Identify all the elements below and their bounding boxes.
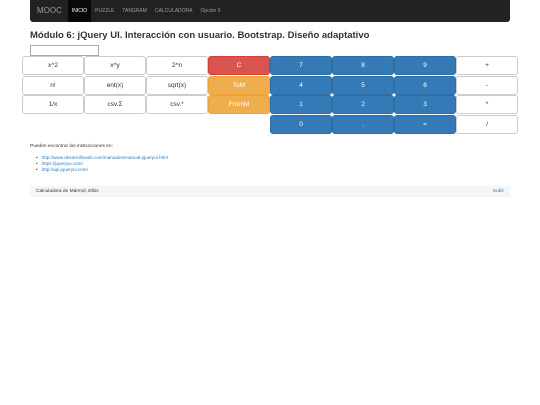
calculator-display[interactable] bbox=[30, 45, 99, 56]
instructions-link-list: http://www.desarrolloweb.com/manuales/ma… bbox=[36, 155, 168, 173]
calc-key[interactable]: n! bbox=[22, 75, 84, 95]
footer-credit: Calculadora de Mármol, Elbis bbox=[36, 189, 99, 194]
calc-key[interactable]: 8 bbox=[332, 56, 394, 75]
calc-key[interactable]: 4 bbox=[270, 75, 332, 95]
calc-key[interactable]: csv.* bbox=[146, 95, 208, 114]
calc-key[interactable]: 9 bbox=[394, 56, 456, 75]
calc-key[interactable]: 1 bbox=[270, 95, 332, 114]
calc-key[interactable]: 6 bbox=[394, 75, 456, 95]
calc-key[interactable]: / bbox=[456, 114, 518, 134]
calc-key[interactable]: = bbox=[394, 114, 456, 134]
calc-key[interactable]: 1/x bbox=[22, 95, 84, 114]
calc-key[interactable]: csv.Σ bbox=[84, 95, 146, 114]
calc-key[interactable]: * bbox=[456, 95, 518, 114]
footer: Calculadora de Mármol, Elbis Subir bbox=[30, 186, 510, 197]
calc-key[interactable]: C bbox=[208, 56, 270, 75]
calc-key[interactable]: 2 bbox=[332, 95, 394, 114]
nav-item-calculadora[interactable]: CALCULADORA bbox=[151, 0, 197, 22]
calc-key[interactable]: x^y bbox=[84, 56, 146, 75]
calc-key[interactable]: ent(x) bbox=[84, 75, 146, 95]
page-title: Módulo 6: jQuery UI. Interacción con usu… bbox=[30, 30, 370, 41]
instructions-link[interactable]: http://api.jqueryui.com/ bbox=[36, 167, 168, 173]
calc-key[interactable]: 7 bbox=[270, 56, 332, 75]
nav-item-opcion-5[interactable]: Opción 5 bbox=[197, 0, 225, 22]
nav-item-inicio[interactable]: INICIO bbox=[67, 0, 92, 22]
nav-item-tangram[interactable]: TANGRAM bbox=[118, 0, 151, 22]
calc-key[interactable]: - bbox=[456, 75, 518, 95]
calculator-keypad: x^2 x^y 2^n C 7 8 9 + n! ent(x) sqrt(x) ToM 4 5 6-1/x c… bbox=[22, 56, 518, 134]
back-to-top-link[interactable]: Subir bbox=[493, 189, 504, 194]
calc-key[interactable]: 2^n bbox=[146, 56, 208, 75]
navbar: MOOC INICIO PUZZLE TANGRAM CALCULADORA O… bbox=[30, 0, 510, 22]
calc-key[interactable]: ToM bbox=[208, 75, 270, 95]
calc-key[interactable]: 0 bbox=[270, 114, 332, 134]
calc-key[interactable]: + bbox=[456, 56, 518, 75]
nav-item-puzzle[interactable]: PUZZLE bbox=[91, 0, 118, 22]
calc-key[interactable]: 5 bbox=[332, 75, 394, 95]
instructions-intro: Pueden encontrar las instrucciones en: bbox=[30, 144, 113, 149]
calc-key[interactable]: . bbox=[332, 114, 394, 134]
navbar-brand[interactable]: MOOC bbox=[30, 0, 68, 22]
calc-key[interactable]: FromM bbox=[208, 95, 270, 114]
calc-key[interactable]: sqrt(x) bbox=[146, 75, 208, 95]
calc-key[interactable]: x^2 bbox=[22, 56, 84, 75]
calc-key[interactable]: 3 bbox=[394, 95, 456, 114]
